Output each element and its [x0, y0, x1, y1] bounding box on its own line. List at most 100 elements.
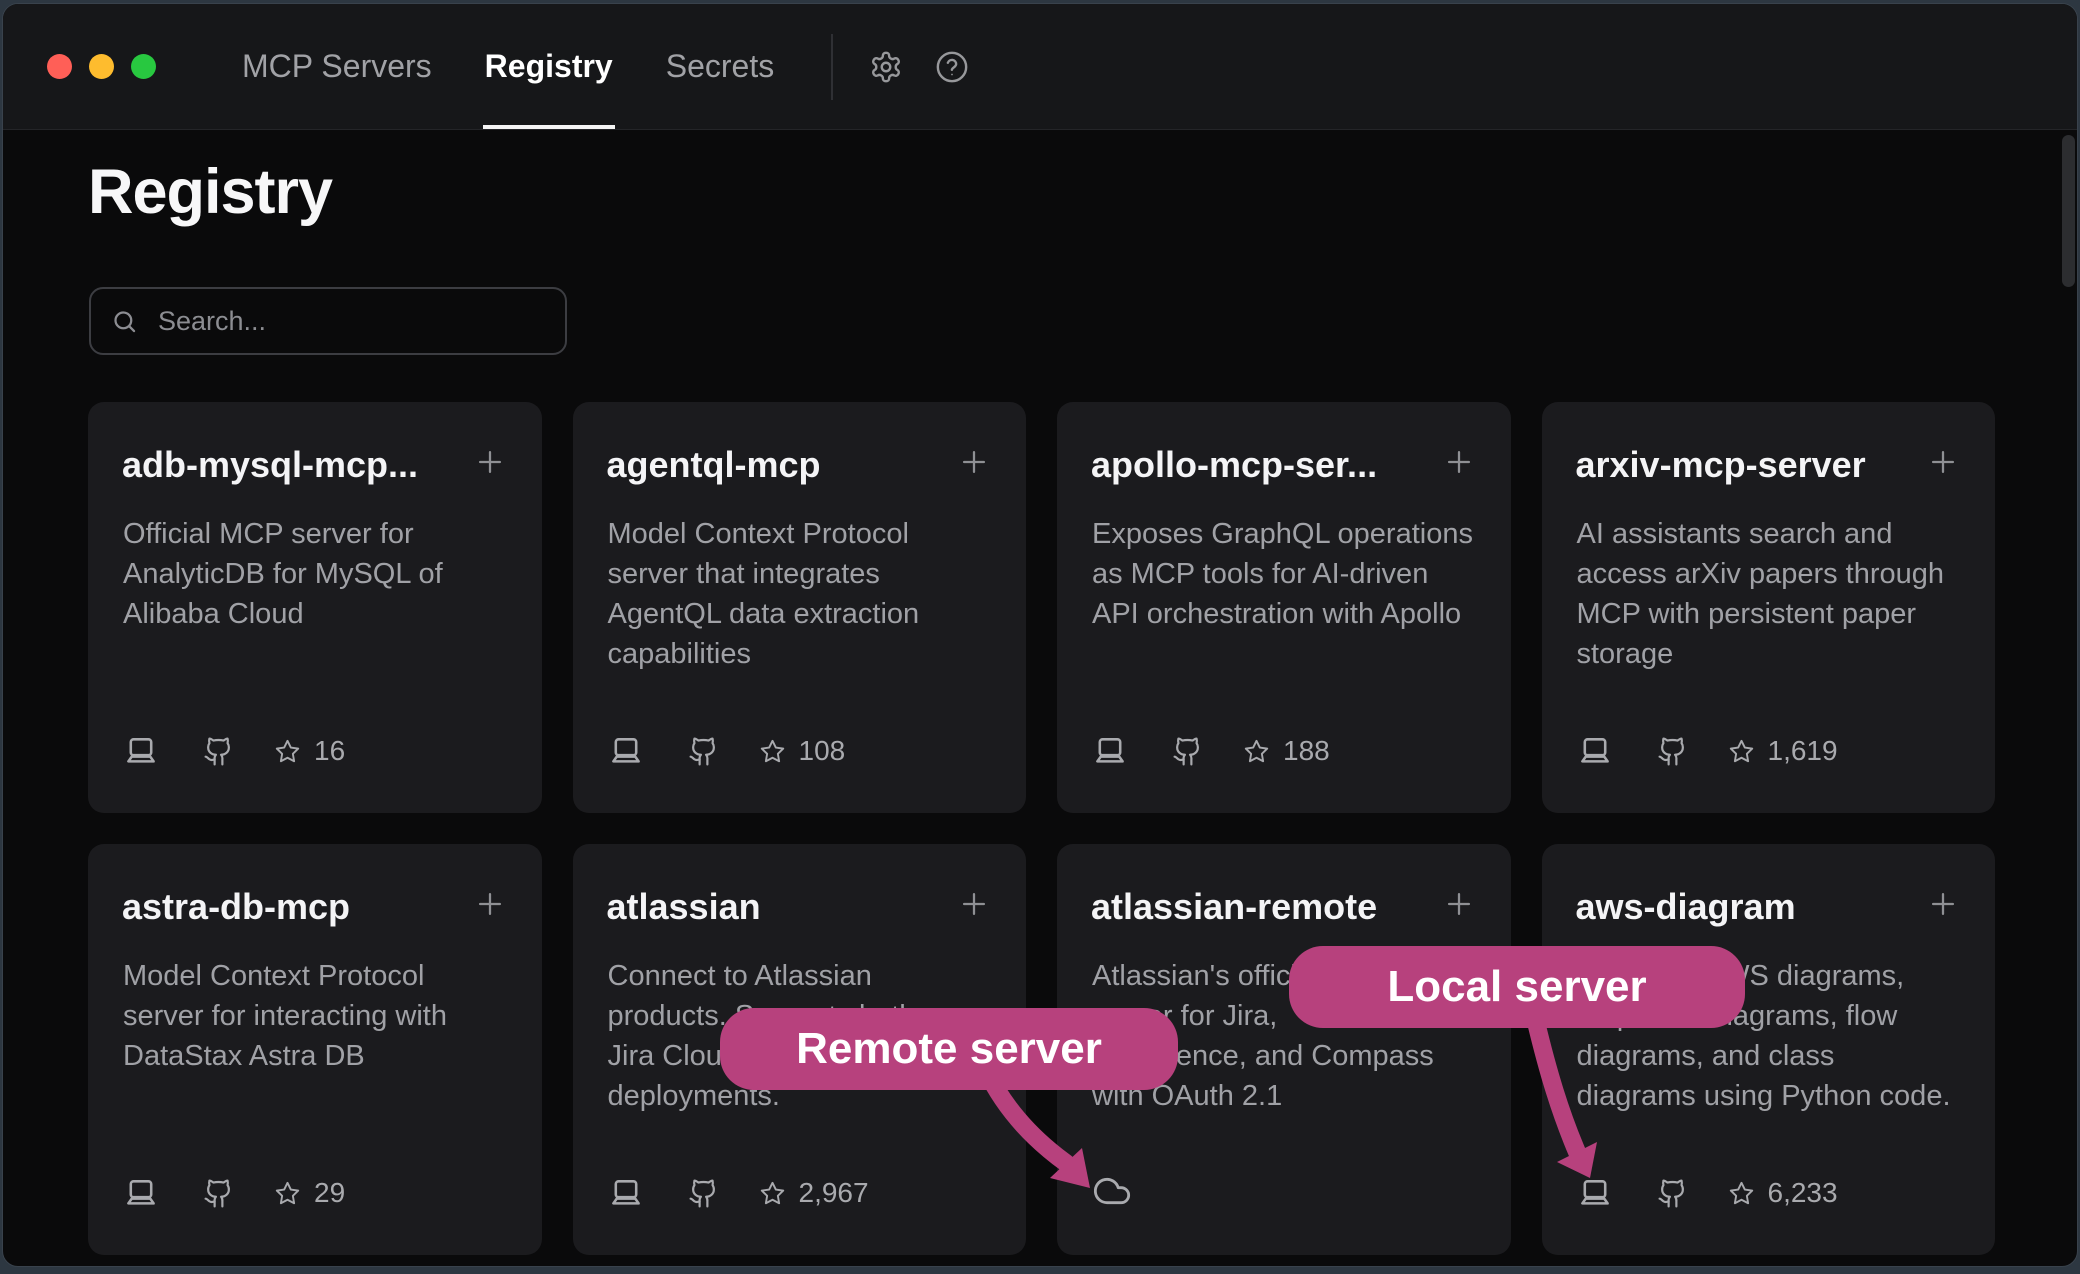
cloud-server-icon [1092, 1171, 1132, 1211]
star-rating: 1,619 [1728, 735, 1838, 767]
github-icon [1172, 736, 1203, 767]
server-card-5[interactable]: astra-db-mcp Model Context Protocol serv… [88, 844, 542, 1255]
card-footer: 16 [123, 733, 514, 769]
plus-icon [1926, 887, 1960, 921]
add-server-button[interactable] [954, 442, 994, 482]
tab-secrets[interactable]: Secrets [664, 4, 776, 129]
search-box[interactable] [89, 287, 567, 355]
github-icon [203, 1178, 234, 1209]
local-server-icon [123, 733, 159, 769]
annotation-local-server-badge: Local server [1289, 946, 1745, 1028]
card-footer: 108 [608, 733, 999, 769]
titlebar-divider [831, 34, 833, 100]
tab-registry[interactable]: Registry [483, 4, 615, 129]
server-description: AI assistants search and access arXiv pa… [1577, 514, 1968, 674]
minimize-button[interactable] [89, 54, 114, 79]
star-rating: 188 [1243, 735, 1330, 767]
server-description: Model Context Protocol server for intera… [123, 956, 514, 1076]
github-icon [688, 1178, 719, 1209]
plus-icon [957, 445, 991, 479]
close-button[interactable] [47, 54, 72, 79]
star-icon [1728, 738, 1755, 765]
annotation-remote-server-badge: Remote server [720, 1008, 1178, 1090]
star-icon [759, 1180, 786, 1207]
card-footer: 1,619 [1577, 733, 1968, 769]
card-footer: 6,233 [1577, 1175, 1968, 1211]
server-name: agentql-mcp [607, 444, 941, 486]
server-name: aws-diagram [1576, 886, 1910, 928]
card-footer [1092, 1171, 1483, 1211]
github-icon [1657, 736, 1688, 767]
plus-icon [473, 445, 507, 479]
add-server-button[interactable] [1439, 884, 1479, 924]
server-card-3[interactable]: apollo-mcp-ser... Exposes GraphQL operat… [1057, 402, 1511, 813]
gear-icon [869, 50, 903, 84]
card-footer: 188 [1092, 733, 1483, 769]
server-description: Model Context Protocol server that integ… [608, 514, 999, 674]
tab-mcp-servers[interactable]: MCP Servers [240, 4, 434, 129]
plus-icon [1442, 887, 1476, 921]
server-card-2[interactable]: agentql-mcp Model Context Protocol serve… [573, 402, 1027, 813]
server-name: adb-mysql-mcp... [122, 444, 456, 486]
server-card-1[interactable]: adb-mysql-mcp... Official MCP server for… [88, 402, 542, 813]
star-rating: 6,233 [1728, 1177, 1838, 1209]
star-count: 6,233 [1768, 1177, 1838, 1209]
star-count: 16 [314, 735, 345, 767]
local-server-icon [123, 1175, 159, 1211]
scrollbar-thumb[interactable] [2062, 135, 2075, 287]
github-icon [203, 736, 234, 767]
server-name: atlassian-remote [1091, 886, 1425, 928]
add-server-button[interactable] [1923, 442, 1963, 482]
local-server-icon [608, 1175, 644, 1211]
server-name: atlassian [607, 886, 941, 928]
help-button[interactable] [935, 50, 969, 84]
question-circle-icon [935, 50, 969, 84]
star-rating: 16 [274, 735, 345, 767]
server-card-4[interactable]: arxiv-mcp-server AI assistants search an… [1542, 402, 1996, 813]
star-icon [1243, 738, 1270, 765]
titlebar: MCP Servers Registry Secrets [3, 4, 2077, 130]
server-name: apollo-mcp-ser... [1091, 444, 1425, 486]
star-rating: 2,967 [759, 1177, 869, 1209]
settings-button[interactable] [869, 50, 903, 84]
plus-icon [957, 887, 991, 921]
star-icon [1728, 1180, 1755, 1207]
tab-bar: MCP Servers Registry Secrets [240, 4, 776, 129]
card-footer: 29 [123, 1175, 514, 1211]
server-name: astra-db-mcp [122, 886, 456, 928]
search-input[interactable] [156, 305, 545, 338]
page-title: Registry [88, 156, 332, 228]
star-count: 108 [799, 735, 846, 767]
local-server-icon [1092, 733, 1128, 769]
zoom-button[interactable] [131, 54, 156, 79]
add-server-button[interactable] [1439, 442, 1479, 482]
star-count: 2,967 [799, 1177, 869, 1209]
local-server-icon [608, 733, 644, 769]
server-card-8[interactable]: aws-diagram Generate AWS diagrams, seque… [1542, 844, 1996, 1255]
star-count: 1,619 [1768, 735, 1838, 767]
add-server-button[interactable] [470, 884, 510, 924]
github-icon [688, 736, 719, 767]
star-rating: 108 [759, 735, 846, 767]
screenshot-stage: MCP Servers Registry Secrets [0, 0, 2080, 1274]
server-description: Official MCP server for AnalyticDB for M… [123, 514, 514, 634]
local-server-icon [1577, 733, 1613, 769]
star-icon [759, 738, 786, 765]
plus-icon [1926, 445, 1960, 479]
add-server-button[interactable] [954, 884, 994, 924]
github-icon [1657, 1178, 1688, 1209]
add-server-button[interactable] [1923, 884, 1963, 924]
plus-icon [1442, 445, 1476, 479]
server-grid: adb-mysql-mcp... Official MCP server for… [88, 402, 1995, 1255]
add-server-button[interactable] [470, 442, 510, 482]
star-icon [274, 1180, 301, 1207]
server-name: arxiv-mcp-server [1576, 444, 1910, 486]
star-count: 188 [1283, 735, 1330, 767]
traffic-lights [47, 4, 156, 129]
star-icon [274, 738, 301, 765]
server-description: Exposes GraphQL operations as MCP tools … [1092, 514, 1483, 634]
local-server-icon [1577, 1175, 1613, 1211]
search-icon [111, 308, 138, 335]
star-rating: 29 [274, 1177, 345, 1209]
plus-icon [473, 887, 507, 921]
